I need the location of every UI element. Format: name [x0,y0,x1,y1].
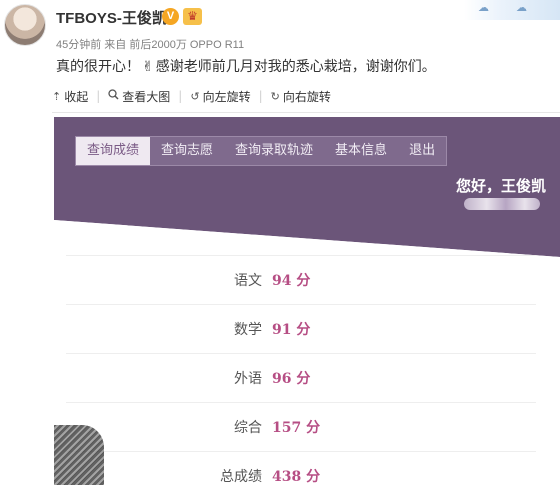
score-site-nav: 查询成绩 查询志愿 查询录取轨迹 基本信息 退出 [75,136,448,166]
toolbar-divider: | [96,89,101,103]
post-meta: 45分钟前 来自 前后2000万 OPPO R11 [56,39,245,51]
grade-row: 语文 94 分 [66,255,536,304]
subject-label: 数学 [234,322,262,338]
grade-row: 综合 157 分 [66,402,536,451]
subject-label: 总成绩 [220,469,262,485]
nav-query-preference[interactable]: 查询志愿 [150,137,224,165]
score-value: 438 分 [272,469,321,485]
verified-badge-icon: V [162,8,179,25]
rotate-left-button[interactable]: ↺ 向左旋转 [190,88,250,105]
rotate-left-icon: ↺ [190,89,200,103]
nav-logout[interactable]: 退出 [398,137,446,165]
collapse-arrow-icon: ⇡ [52,89,62,103]
collapse-label: 收起 [64,89,89,104]
crown-icon: ♛ [183,8,202,25]
score-value: 96 分 [272,371,311,387]
grade-row: 数学 91 分 [66,304,536,353]
grade-row: 外语 96 分 [66,353,536,402]
cloud-icon: ☁ [516,1,527,14]
view-large-label: 查看大图 [122,89,171,104]
victory-hand-icon: ✌ [142,59,154,75]
view-large-button[interactable]: 查看大图 [108,88,170,105]
subject-label: 外语 [234,371,262,387]
avatar[interactable] [4,4,46,46]
nav-basic-info[interactable]: 基本信息 [324,137,398,165]
nav-query-score[interactable]: 查询成绩 [76,137,151,165]
rotate-left-label: 向左旋转 [202,89,251,104]
score-value: 94 分 [272,273,311,289]
subject-label: 语文 [234,273,262,289]
post-photo[interactable]: 查询成绩 查询志愿 查询录取轨迹 基本信息 退出 您好，王俊凯 语文 94 分 … [54,117,560,485]
redaction-scribble [54,425,104,485]
image-toolbar: ⇡ 收起 | 查看大图 | ↺ 向左旋转 | ↻ 向右旋转 [52,86,331,106]
collapse-button[interactable]: ⇡ 收起 [52,88,88,105]
post-text-part: 真的很开心！ [56,59,140,75]
rotate-right-button[interactable]: ↻ 向右旋转 [271,88,331,105]
greeting: 您好，王俊凯 [455,177,546,195]
cloud-icon: ☁ [478,1,489,14]
subject-label: 综合 [234,420,262,436]
username[interactable]: TFBOYS-王俊凯 [56,7,167,28]
nav-query-admission[interactable]: 查询录取轨迹 [224,137,324,165]
grade-row: 总成绩 438 分 [66,451,536,485]
rotate-right-label: 向右旋转 [282,89,331,104]
rotate-right-icon: ↻ [270,89,280,103]
corner-decoration: ☁ ☁ [464,0,560,20]
score-value: 157 分 [272,420,321,436]
post-text: 真的很开心！ ✌ 感谢老师前几月对我的悉心栽培，谢谢你们。 [56,56,436,76]
toolbar-divider: | [258,89,263,103]
grades-table: 语文 94 分 数学 91 分 外语 96 分 综合 157 分 总成绩 438… [66,255,536,485]
post-text-part: 感谢老师前几月对我的悉心栽培，谢谢你们。 [155,59,436,75]
score-value: 91 分 [272,322,311,338]
toolbar-divider-line [52,112,560,113]
blurred-id [464,198,540,210]
magnifier-icon [108,89,119,103]
toolbar-divider: | [178,89,183,103]
